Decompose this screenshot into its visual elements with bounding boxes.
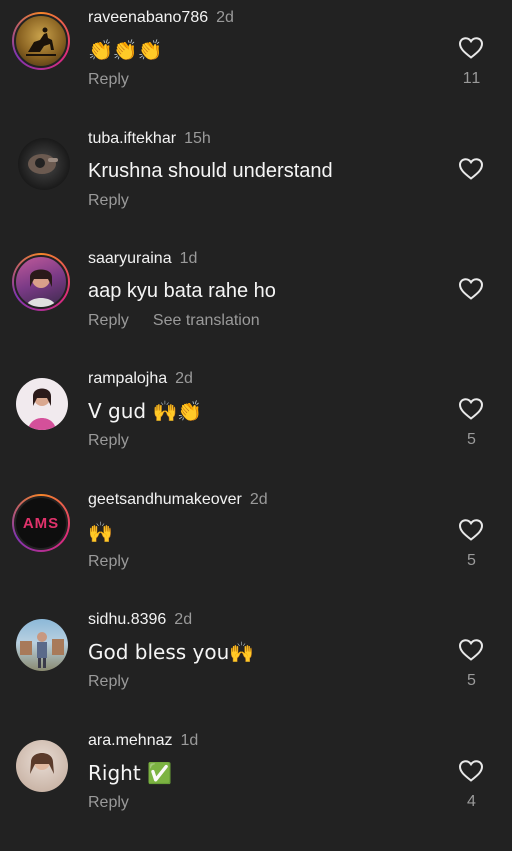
reply-button[interactable]: Reply [88,71,129,88]
comment-actions: Reply [88,70,428,90]
heart-icon [458,519,484,541]
comment-time: 2d [175,370,193,387]
like-button[interactable] [458,157,486,183]
comment-actions: Reply [88,552,428,572]
comment-item: ara.mehnaz 1d Right ✅ Reply 4 [0,731,512,851]
like-button[interactable] [458,397,486,423]
avatar[interactable] [12,253,70,311]
comment-content: raveenabano786 2d 👏👏👏 Reply [88,8,428,90]
avatar[interactable] [16,619,68,671]
heart-icon [458,37,484,59]
avatar[interactable] [16,740,68,792]
reply-button[interactable]: Reply [88,673,129,690]
likes-count: 5 [467,431,477,448]
comment-time: 15h [184,130,211,147]
avatar-logo-text: AMS [22,514,60,532]
heart-icon [458,158,484,180]
comment-item: sidhu.8396 2d God bless you🙌 Reply 5 [0,610,512,730]
comment-content: geetsandhumakeover 2d 🙌 Reply [88,490,428,572]
reply-button[interactable]: Reply [88,432,129,449]
comment-header: geetsandhumakeover 2d [88,490,428,510]
username[interactable]: rampalojha [88,370,167,387]
username[interactable]: sidhu.8396 [88,611,166,628]
comment-text: God bless you🙌 [88,640,255,664]
comment-item: AMS geetsandhumakeover 2d 🙌 Reply 5 [0,490,512,610]
username[interactable]: ara.mehnaz [88,732,173,749]
comment-content: sidhu.8396 2d God bless you🙌 Reply [88,610,428,692]
likes-count: 5 [467,552,477,569]
heart-icon [458,639,484,661]
comment-item: saaryuraina 1d aap kyu bata rahe ho Reply… [0,249,512,369]
comment-text: 🙌 [88,520,113,544]
like-button[interactable] [458,759,486,785]
comment-content: saaryuraina 1d aap kyu bata rahe ho Reply… [88,249,428,331]
comment-content: tuba.iftekhar 15h Krushna should understa… [88,129,428,211]
reply-button[interactable]: Reply [88,794,129,811]
avatar[interactable] [12,12,70,70]
hand-photo-icon [28,154,58,174]
reply-button[interactable]: Reply [88,192,129,209]
see-translation-button[interactable]: See translation [153,312,260,329]
comment-header: rampalojha 2d [88,369,428,389]
person-photo-icon [26,269,56,307]
comment-header: saaryuraina 1d [88,249,428,269]
like-button[interactable] [458,277,486,303]
comment-header: sidhu.8396 2d [88,610,428,630]
comment-actions: Reply [88,431,428,451]
like-button[interactable] [458,638,486,664]
username[interactable]: raveenabano786 [88,9,208,26]
comment-item: rampalojha 2d V gud 🙌👏 Reply 5 [0,369,512,489]
comment-actions: Reply [88,672,428,692]
likes-count: 4 [467,793,477,810]
comment-time: 2d [249,491,268,508]
like-button[interactable] [458,36,486,62]
likes-count: 5 [467,672,477,689]
reply-button[interactable]: Reply [88,312,129,329]
likes-count: 11 [462,70,482,87]
comment-actions: Reply See translation [88,311,428,331]
comment-actions: Reply [88,191,428,211]
person-photo-icon [28,388,56,430]
comment-time: 1d [179,250,198,267]
username[interactable]: tuba.iftekhar [88,130,176,147]
comment-item: tuba.iftekhar 15h Krushna should understa… [0,129,512,249]
comment-time: 2d [174,611,193,628]
username[interactable]: geetsandhumakeover [88,491,242,508]
comment-header: ara.mehnaz 1d [88,731,428,751]
comment-item: raveenabano786 2d 👏👏👏 Reply 11 [0,8,512,128]
comment-header: tuba.iftekhar 15h [88,129,428,149]
comment-text: V gud 🙌👏 [88,399,203,423]
reply-button[interactable]: Reply [88,553,129,570]
like-button[interactable] [458,518,486,544]
avatar[interactable]: AMS [12,494,70,552]
username[interactable]: saaryuraina [88,250,172,267]
avatar[interactable] [18,138,70,190]
heart-icon [458,278,484,300]
avatar[interactable] [16,378,68,430]
comment-content: rampalojha 2d V gud 🙌👏 Reply [88,369,428,451]
comment-text: aap kyu bata rahe ho [88,280,276,302]
comment-text: 👏👏👏 [88,38,163,62]
comment-time: 1d [180,732,199,749]
comment-time: 2d [216,9,234,26]
comment-text: Right ✅ [88,761,172,785]
person-photo-icon [30,753,54,774]
comment-text: Krushna should understand [88,160,333,182]
comment-header: raveenabano786 2d [88,8,428,28]
comment-actions: Reply [88,793,428,813]
person-photo-icon [20,632,64,668]
heart-icon [458,760,484,782]
horse-rider-icon [26,27,56,56]
heart-icon [458,398,484,420]
comment-content: ara.mehnaz 1d Right ✅ Reply [88,731,428,813]
